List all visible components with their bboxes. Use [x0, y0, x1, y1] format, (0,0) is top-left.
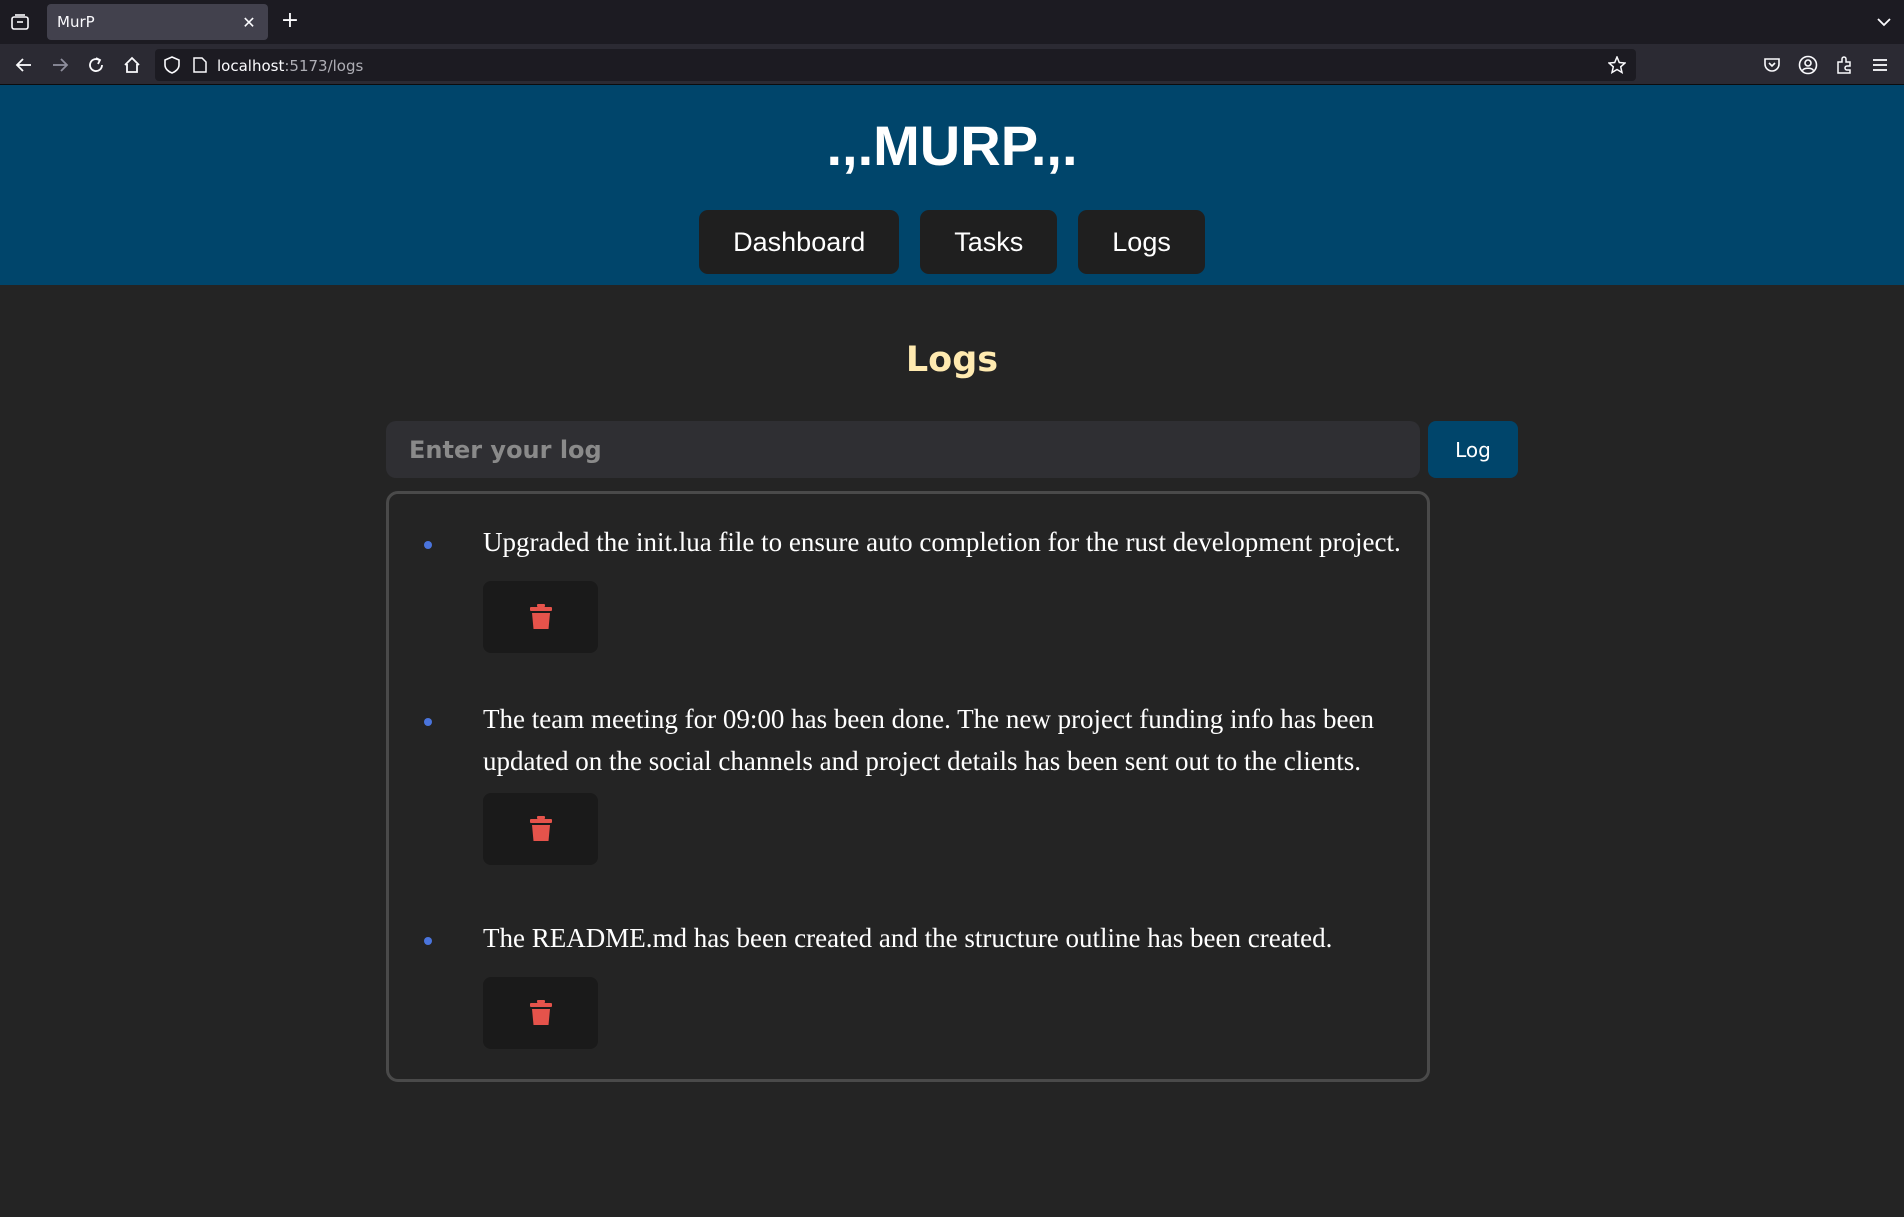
bullet — [424, 937, 432, 945]
url-bar[interactable]: localhost:5173/logs — [155, 49, 1636, 81]
log-input[interactable] — [386, 421, 1420, 478]
page-icon — [193, 57, 207, 77]
browser-nav-bar: localhost:5173/logs — [0, 44, 1904, 85]
extensions-icon[interactable] — [1831, 52, 1857, 78]
trash-icon — [529, 604, 552, 629]
app-brand: .,.MURP.,. — [826, 114, 1078, 177]
back-icon[interactable] — [11, 52, 37, 78]
pocket-icon[interactable] — [1759, 52, 1785, 78]
plus-icon[interactable]: + — [278, 10, 302, 34]
nav-dashboard-button[interactable]: Dashboard — [699, 210, 900, 274]
menu-icon[interactable] — [1867, 52, 1893, 78]
delete-log-button[interactable] — [483, 977, 598, 1049]
log-list: Upgraded the init.lua file to ensure aut… — [386, 491, 1430, 1082]
tab-title: MurP — [57, 13, 95, 31]
chevron-down-icon[interactable] — [1874, 12, 1894, 32]
trash-icon — [529, 816, 552, 841]
browser-tab-bar: MurP ✕ + — [0, 0, 1904, 44]
star-icon[interactable] — [1607, 55, 1627, 78]
tab-list-icon[interactable] — [8, 10, 32, 34]
log-text: Upgraded the init.lua file to ensure aut… — [483, 527, 1401, 557]
close-icon[interactable]: ✕ — [240, 13, 258, 32]
account-icon[interactable] — [1795, 52, 1821, 78]
shield-icon[interactable] — [164, 56, 180, 78]
reload-icon[interactable] — [83, 52, 109, 78]
log-text: The README.md has been created and the s… — [483, 923, 1333, 953]
page: .,.MURP.,. Dashboard Tasks Logs Logs Log… — [0, 85, 1904, 1217]
app-header: .,.MURP.,. Dashboard Tasks Logs — [0, 85, 1904, 285]
delete-log-button[interactable] — [483, 793, 598, 865]
log-submit-button[interactable]: Log — [1428, 421, 1518, 478]
url-text[interactable]: localhost:5173/logs — [217, 57, 363, 75]
delete-log-button[interactable] — [483, 581, 598, 653]
nav-logs-button[interactable]: Logs — [1078, 210, 1205, 274]
trash-icon — [529, 1000, 552, 1025]
url-path: :5173/logs — [284, 57, 364, 75]
bullet — [424, 541, 432, 549]
page-title: Logs — [905, 340, 999, 380]
url-host: localhost — [217, 57, 285, 75]
browser-tab[interactable]: MurP ✕ — [47, 4, 268, 40]
main-nav: Dashboard Tasks Logs — [0, 210, 1904, 274]
nav-tasks-button[interactable]: Tasks — [920, 210, 1058, 274]
log-text: The team meeting for 09:00 has been done… — [483, 704, 1374, 776]
forward-icon[interactable] — [47, 52, 73, 78]
home-icon[interactable] — [119, 52, 145, 78]
bullet — [424, 718, 432, 726]
